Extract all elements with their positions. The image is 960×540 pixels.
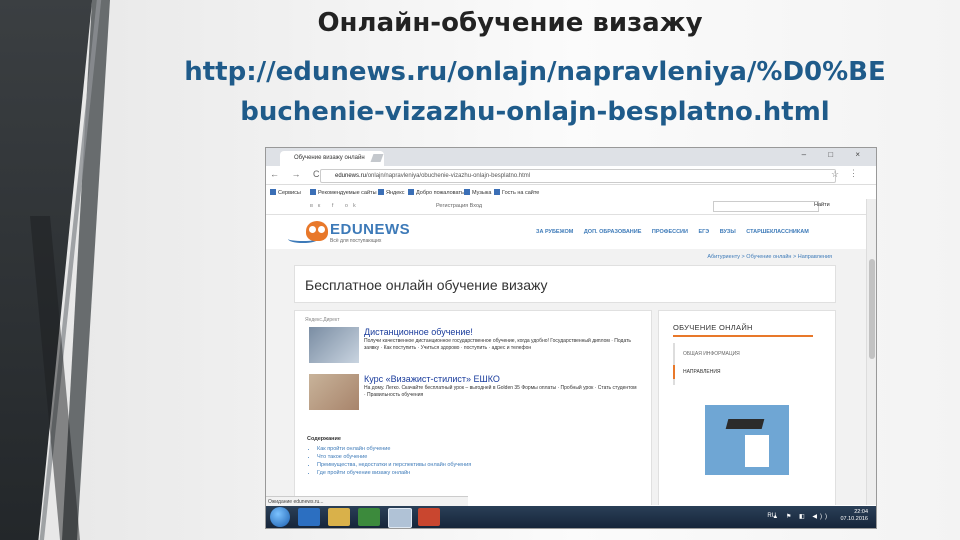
logo-subtitle: Всё для поступающих [330,238,382,244]
navigation-buttons[interactable]: ← → C [270,169,325,179]
bookmark-item[interactable]: Музыка [464,189,491,196]
ad-block[interactable]: Курс «Визажист-стилист» ЕШКО На дому. Ле… [309,374,639,416]
nav-item[interactable]: ВУЗЫ [720,229,736,235]
bookmarks-bar: Сервисы Рекомендуемые сайты Яндекс Добро… [266,185,876,200]
bookmark-star-icon[interactable]: ☆ [831,169,839,180]
sidebar-tabs: ОБЩАЯ ИНФОРМАЦИЯ НАПРАВЛЕНИЯ [673,343,815,385]
ad-text: На дому. Легко. Скачайте бесплатный урок… [364,385,637,398]
graduation-illustration [705,405,789,475]
breadcrumb[interactable]: Абитуриенту > Обучение онлайн > Направле… [707,254,832,260]
nav-item[interactable]: СТАРШЕКЛАССНИКАМ [746,229,809,235]
nav-item[interactable]: ПРОФЕССИИ [652,229,688,235]
site-search-button[interactable]: Найти [814,202,830,208]
menu-icon[interactable]: ⋮ [849,168,858,179]
toc-item[interactable]: Преимущества, недостатки и перспективы о… [317,461,471,469]
media-taskbar-icon[interactable] [358,508,380,526]
window-controls[interactable]: – □ × [802,150,870,159]
login-links[interactable]: Регистрация Вход [436,203,482,209]
browser-screenshot: Обучение визажу онлайн × – □ × ← → C edu… [265,147,877,529]
ad-block[interactable]: Дистанционное обучение! Получи качествен… [309,327,639,369]
active-tab-indicator [673,365,675,379]
slide-title: Онлайн-обучение визажу [317,8,703,38]
bookmark-item[interactable]: Рекомендуемые сайты [310,189,377,196]
graduation-cap-icon [725,419,765,429]
clock[interactable]: 22:04 07.10.2016 [840,509,868,523]
toc-item[interactable]: Где пройти обучение визажу онлайн [317,469,471,477]
url-host: edunews.ru [335,173,367,179]
site-topline: вк f ok Регистрация Вход Найти [266,199,866,215]
toc-item[interactable]: Как пройти онлайн обучение [317,445,471,453]
bookmark-item[interactable]: Сервисы [270,189,301,196]
logo-text: EDUNEWS [330,221,411,238]
url-input[interactable]: edunews.ru/onlajn/napravleniya/obuchenie… [320,169,836,183]
web-page: вк f ok Регистрация Вход Найти EDUNEWS В… [266,199,866,505]
owl-icon [306,221,328,241]
sidebar-tab-general[interactable]: ОБЩАЯ ИНФОРМАЦИЯ [683,351,740,357]
toc-item[interactable]: Что такое обучение [317,453,471,461]
site-header: EDUNEWS Всё для поступающих ЗА РУБЕЖОМ Д… [266,215,866,249]
site-logo[interactable]: EDUNEWS Всё для поступающих [288,219,428,247]
ad-text: Получи качественное дистанционное госуда… [364,338,632,351]
bookmark-item[interactable]: Добро пожаловать... [408,189,468,196]
bookmark-item[interactable]: Яндекс [378,189,405,196]
sidebar: ОБУЧЕНИЕ ОНЛАЙН ОБЩАЯ ИНФОРМАЦИЯ НАПРАВЛ… [658,310,836,505]
page-title: Бесплатное онлайн обучение визажу [305,277,548,293]
nav-item[interactable]: ДОП. ОБРАЗОВАНИЕ [584,229,642,235]
ad-image[interactable] [309,327,359,363]
tray-icons[interactable]: ▲ ⚑ ◧ ◀)) [772,513,830,520]
nav-item[interactable]: ЗА РУБЕЖОМ [536,229,573,235]
explorer-taskbar-icon[interactable] [328,508,350,526]
start-button[interactable] [270,507,290,527]
diploma-icon [745,435,769,467]
clock-time: 22:04 [854,509,868,515]
toc-title: Содержание [307,436,341,442]
ad-image[interactable] [309,374,359,410]
scrollbar[interactable] [866,199,876,505]
address-bar-row: ← → C edunews.ru/onlajn/napravleniya/obu… [266,166,876,185]
main-column: Яндекс.Директ Дистанционное обучение! По… [294,310,652,505]
scrollbar-thumb[interactable] [869,259,875,359]
slide-url-line-2[interactable]: buchenie-vizazhu-onlajn-besplatno.html [150,92,920,132]
browser-tab[interactable]: Обучение визажу онлайн × [280,151,384,166]
nav-item[interactable]: ЕГЭ [699,229,710,235]
url-path: /onlajn/napravleniya/obuchenie-vizazhu-o… [366,173,531,179]
ad-label: Яндекс.Директ [305,317,340,323]
tab-bar: Обучение визажу онлайн × – □ × [266,148,876,166]
main-nav: ЗА РУБЕЖОМ ДОП. ОБРАЗОВАНИЕ ПРОФЕССИИ ЕГ… [536,229,818,235]
ad-title[interactable]: Дистанционное обучение! [364,327,473,337]
bookmark-item[interactable]: Гость на сайте [494,189,539,196]
table-of-contents: Содержание Как пройти онлайн обучение Чт… [307,436,471,477]
page-title-box: Бесплатное онлайн обучение визажу [294,265,836,303]
powerpoint-taskbar-icon[interactable] [418,508,440,526]
taskbar: RU ▲ ⚑ ◧ ◀)) 22:04 07.10.2016 [266,506,876,528]
site-search-input[interactable] [713,201,819,212]
tab-title: Обучение визажу онлайн [294,155,365,161]
slide-url[interactable]: http://edunews.ru/onlajn/napravleniya/%D… [150,52,920,132]
ie-taskbar-icon[interactable] [298,508,320,526]
sidebar-tab-directions[interactable]: НАПРАВЛЕНИЯ [683,369,721,375]
chrome-taskbar-icon[interactable] [388,508,412,528]
sidebar-title: ОБУЧЕНИЕ ОНЛАЙН [673,323,753,332]
clock-date: 07.10.2016 [840,516,868,522]
ad-title[interactable]: Курс «Визажист-стилист» ЕШКО [364,374,500,384]
sidebar-underline [673,335,813,337]
slide-url-line-1[interactable]: http://edunews.ru/onlajn/napravleniya/%D… [150,52,920,92]
social-icons[interactable]: вк f ok [310,203,361,209]
